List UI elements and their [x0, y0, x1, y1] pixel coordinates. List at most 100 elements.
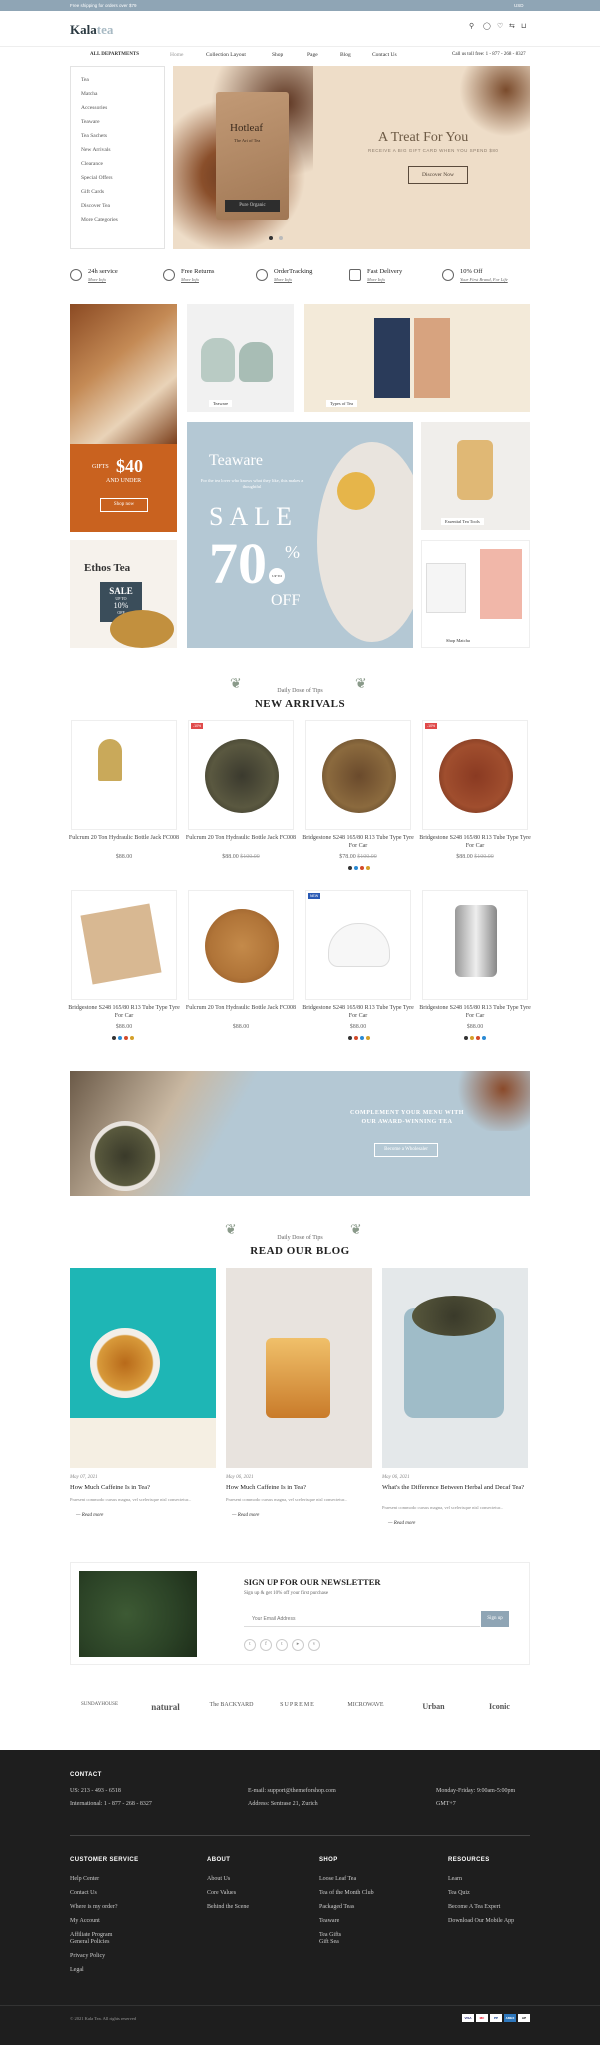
- product-name[interactable]: Fulcrum 20 Ton Hydraulic Bottle Jack FC0…: [185, 1004, 297, 1012]
- nav-page[interactable]: Page: [307, 52, 318, 58]
- product-card[interactable]: -10%: [188, 720, 294, 830]
- nav-blog[interactable]: Blog: [340, 52, 351, 58]
- dept-item[interactable]: Discover Tea: [81, 203, 110, 209]
- wishlist-icon[interactable]: ♡: [497, 22, 503, 30]
- user-icon[interactable]: ◯: [483, 22, 491, 30]
- product-card[interactable]: [188, 890, 294, 1000]
- footer-link[interactable]: Contact Us: [70, 1890, 97, 1896]
- dept-item[interactable]: New Arrivals: [81, 147, 110, 153]
- shop-now-button[interactable]: Shop now: [100, 498, 148, 512]
- feature-link[interactable]: Your First Brand, For Life: [460, 277, 550, 282]
- product-card[interactable]: NEW: [305, 890, 411, 1000]
- product-card[interactable]: [71, 890, 177, 1000]
- dept-item[interactable]: Special Offers: [81, 175, 113, 181]
- blog-image[interactable]: [382, 1268, 528, 1468]
- nav-collection[interactable]: Collection Layout: [206, 52, 246, 58]
- currency-selector[interactable]: USD: [514, 3, 524, 8]
- footer-link[interactable]: Core Values: [207, 1890, 236, 1896]
- product-name[interactable]: Bridgestone S248 165/80 R13 Tube Type Ty…: [302, 1004, 414, 1020]
- search-icon[interactable]: ⚲: [469, 22, 474, 30]
- slider-dot[interactable]: [279, 236, 283, 240]
- discover-now-button[interactable]: Discover Now: [408, 166, 468, 184]
- brand-logo[interactable]: The BACKYARD: [204, 1702, 259, 1708]
- product-card[interactable]: [305, 720, 411, 830]
- color-swatch[interactable]: [482, 1036, 486, 1040]
- footer-link[interactable]: Teaware: [319, 1918, 339, 1924]
- footer-link[interactable]: Help Center: [70, 1876, 99, 1882]
- read-more-link[interactable]: — Read more: [76, 1513, 103, 1518]
- nav-contact[interactable]: Contact Us: [372, 52, 397, 58]
- types-of-tea-tile[interactable]: Types of Tea: [304, 304, 530, 412]
- product-card[interactable]: -10%: [422, 720, 528, 830]
- color-swatch[interactable]: [366, 1036, 370, 1040]
- slider-dot[interactable]: [269, 236, 273, 240]
- facebook-icon[interactable]: f: [260, 1639, 272, 1651]
- brand-logo[interactable]: natural: [138, 1702, 193, 1712]
- color-swatch[interactable]: [464, 1036, 468, 1040]
- teaware-tile[interactable]: Teaware: [187, 304, 294, 412]
- footer-link[interactable]: Behind the Scene: [207, 1904, 249, 1910]
- sign-up-button[interactable]: Sign up: [481, 1611, 509, 1627]
- dept-item[interactable]: More Categories: [81, 217, 118, 223]
- vimeo-icon[interactable]: v: [308, 1639, 320, 1651]
- compare-icon[interactable]: ⇆: [509, 22, 515, 30]
- color-swatch[interactable]: [118, 1036, 122, 1040]
- product-name[interactable]: Bridgestone S248 165/80 R13 Tube Type Ty…: [68, 1004, 180, 1020]
- product-name[interactable]: Bridgestone S248 165/80 R13 Tube Type Ty…: [419, 834, 531, 850]
- footer-link[interactable]: Tea Quiz: [448, 1890, 470, 1896]
- read-more-link[interactable]: — Read more: [388, 1521, 415, 1526]
- footer-link[interactable]: Tea Gifts: [319, 1932, 341, 1938]
- footer-link[interactable]: Learn: [448, 1876, 462, 1882]
- twitter-icon[interactable]: t: [244, 1639, 256, 1651]
- product-card[interactable]: [71, 720, 177, 830]
- feature-link[interactable]: More Info: [274, 277, 292, 282]
- color-swatch[interactable]: [360, 866, 364, 870]
- footer-link[interactable]: Download Our Mobile App: [448, 1918, 514, 1924]
- youtube-icon[interactable]: ▸: [292, 1639, 304, 1651]
- color-swatch[interactable]: [124, 1036, 128, 1040]
- product-card[interactable]: [422, 890, 528, 1000]
- color-swatch[interactable]: [130, 1036, 134, 1040]
- product-name[interactable]: Bridgestone S248 165/80 R13 Tube Type Ty…: [302, 834, 414, 850]
- product-name[interactable]: Fulcrum 20 Ton Hydraulic Bottle Jack FC0…: [68, 834, 180, 842]
- footer-link[interactable]: Gift Sea: [319, 1939, 339, 1945]
- brand-logo[interactable]: MICROWAVE: [338, 1702, 393, 1708]
- footer-link[interactable]: Legal: [70, 1967, 84, 1973]
- footer-link[interactable]: My Account: [70, 1918, 100, 1924]
- color-swatch[interactable]: [366, 866, 370, 870]
- dept-item[interactable]: Accessories: [81, 105, 107, 111]
- dept-item[interactable]: Teaware: [81, 119, 100, 125]
- color-swatch[interactable]: [360, 1036, 364, 1040]
- product-name[interactable]: Bridgestone S248 165/80 R13 Tube Type Ty…: [419, 1004, 531, 1020]
- read-more-link[interactable]: — Read more: [232, 1513, 259, 1518]
- nav-shop[interactable]: Shop: [272, 52, 283, 58]
- brand-logo[interactable]: Urban: [406, 1702, 461, 1711]
- footer-link[interactable]: Packaged Teas: [319, 1904, 354, 1910]
- nav-home[interactable]: Home: [170, 52, 183, 58]
- dept-item[interactable]: Gift Cards: [81, 189, 104, 195]
- brand-logo[interactable]: SUPREME: [270, 1702, 325, 1708]
- color-swatch[interactable]: [354, 1036, 358, 1040]
- dept-item[interactable]: Matcha: [81, 91, 98, 97]
- gifts-promo-tile[interactable]: GIFTS $40 AND UNDER Shop now: [70, 304, 177, 532]
- sale-promo-tile[interactable]: Teaware For the tea lover who knows what…: [187, 422, 413, 648]
- feature-link[interactable]: More Info: [181, 277, 199, 282]
- wholesale-banner[interactable]: COMPLEMENT YOUR MENU WITH OUR AWARD-WINN…: [70, 1071, 530, 1196]
- footer-link[interactable]: Privacy Policy: [70, 1953, 105, 1959]
- footer-email[interactable]: E-mail: support@themeforshop.com: [248, 1788, 336, 1794]
- blog-image[interactable]: [70, 1268, 216, 1468]
- dept-item[interactable]: Clearance: [81, 161, 103, 167]
- feature-link[interactable]: More Info: [88, 277, 106, 282]
- footer-link[interactable]: Become A Tea Expert: [448, 1904, 500, 1910]
- become-wholesaler-button[interactable]: Become a Wholesaler: [374, 1143, 438, 1157]
- blog-title[interactable]: What's the Difference Between Herbal and…: [382, 1484, 532, 1492]
- essential-tools-tile[interactable]: Essential Tea Tools: [421, 422, 530, 530]
- color-swatch[interactable]: [348, 866, 352, 870]
- footer-link[interactable]: Where is my order?: [70, 1904, 117, 1910]
- dept-item[interactable]: Tea: [81, 77, 89, 83]
- site-logo[interactable]: Kalatea: [70, 22, 113, 38]
- color-swatch[interactable]: [112, 1036, 116, 1040]
- feature-link[interactable]: More Info: [367, 277, 385, 282]
- dept-item[interactable]: Tea Sachets: [81, 133, 107, 139]
- color-swatch[interactable]: [354, 866, 358, 870]
